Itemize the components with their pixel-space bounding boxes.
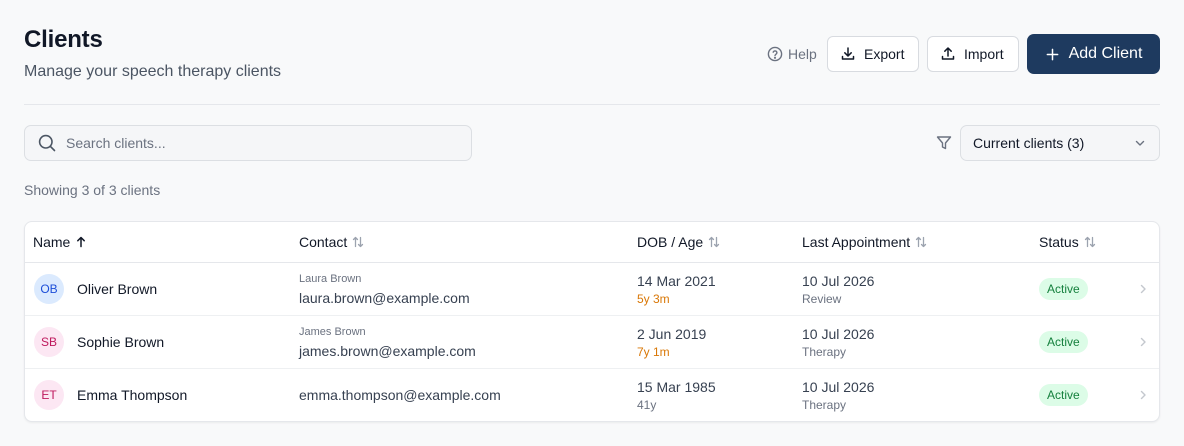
appointment-type: Therapy bbox=[802, 345, 847, 359]
client-name: Oliver Brown bbox=[77, 281, 158, 297]
results-count: Showing 3 of 3 clients bbox=[24, 182, 161, 198]
page-subtitle: Manage your speech therapy clients bbox=[24, 63, 282, 80]
table-row[interactable]: SB Sophie Brown James Brown james.brown@… bbox=[25, 316, 1159, 369]
column-label: Name bbox=[33, 234, 71, 250]
client-name: Sophie Brown bbox=[77, 334, 165, 350]
chevron-down-icon bbox=[1133, 136, 1147, 150]
contact-email: james.brown@example.com bbox=[299, 343, 476, 359]
appointment-type: Review bbox=[802, 292, 842, 306]
contact-name: Laura Brown bbox=[299, 273, 362, 285]
status-badge: Active bbox=[1039, 331, 1088, 353]
chevron-right-icon bbox=[1136, 282, 1150, 296]
avatar: ET bbox=[34, 380, 64, 410]
appointment-date: 10 Jul 2026 bbox=[802, 326, 875, 342]
help-link[interactable]: Help bbox=[767, 44, 817, 64]
client-dob: 14 Mar 2021 bbox=[637, 273, 716, 289]
client-dob: 2 Jun 2019 bbox=[637, 326, 707, 342]
page-title: Clients bbox=[24, 26, 103, 53]
appointment-date: 10 Jul 2026 bbox=[802, 379, 875, 395]
contact-email: laura.brown@example.com bbox=[299, 290, 470, 306]
column-header-dob[interactable]: DOB / Age bbox=[637, 234, 721, 250]
import-button[interactable]: Import bbox=[927, 36, 1019, 72]
help-label: Help bbox=[788, 46, 817, 62]
plus-icon bbox=[1045, 47, 1060, 62]
client-dob: 15 Mar 1985 bbox=[637, 379, 716, 395]
sort-icon bbox=[707, 235, 721, 249]
chevron-right-icon bbox=[1136, 388, 1150, 402]
sort-icon bbox=[914, 235, 928, 249]
import-label: Import bbox=[964, 46, 1004, 62]
arrow-up-icon bbox=[74, 235, 88, 249]
client-age: 5y 3m bbox=[637, 292, 670, 306]
contact-name: James Brown bbox=[299, 326, 366, 338]
sort-icon bbox=[351, 235, 365, 249]
column-label: Status bbox=[1039, 234, 1079, 250]
column-label: Last Appointment bbox=[802, 234, 911, 250]
status-badge: Active bbox=[1039, 384, 1088, 406]
column-label: DOB / Age bbox=[637, 234, 704, 250]
chevron-right-icon bbox=[1136, 335, 1150, 349]
search-icon bbox=[37, 133, 57, 153]
client-filter-value: Current clients (3) bbox=[973, 135, 1085, 151]
upload-icon bbox=[940, 46, 956, 62]
column-header-status[interactable]: Status bbox=[1039, 234, 1097, 250]
clients-table: Name Contact DOB / Age Last Appointment … bbox=[24, 221, 1160, 422]
download-icon bbox=[840, 46, 856, 62]
column-header-name[interactable]: Name bbox=[33, 234, 88, 250]
sort-icon bbox=[1083, 235, 1097, 249]
table-row[interactable]: OB Oliver Brown Laura Brown laura.brown@… bbox=[25, 263, 1159, 316]
status-badge: Active bbox=[1039, 278, 1088, 300]
table-header: Name Contact DOB / Age Last Appointment … bbox=[25, 222, 1159, 263]
appointment-date: 10 Jul 2026 bbox=[802, 273, 875, 289]
client-name: Emma Thompson bbox=[77, 387, 188, 403]
add-client-button[interactable]: Add Client bbox=[1027, 34, 1160, 74]
export-label: Export bbox=[864, 46, 905, 62]
table-row[interactable]: ET Emma Thompson emma.thompson@example.c… bbox=[25, 369, 1159, 421]
client-age: 41y bbox=[637, 398, 657, 412]
column-header-contact[interactable]: Contact bbox=[299, 234, 365, 250]
client-filter-select[interactable]: Current clients (3) bbox=[960, 125, 1160, 161]
filter-icon bbox=[935, 134, 953, 152]
column-header-last-appointment[interactable]: Last Appointment bbox=[802, 234, 928, 250]
export-button[interactable]: Export bbox=[827, 36, 919, 72]
header-divider bbox=[24, 104, 1160, 105]
help-circle-icon bbox=[767, 46, 783, 62]
column-label: Contact bbox=[299, 234, 348, 250]
avatar: SB bbox=[34, 327, 64, 357]
add-client-label: Add Client bbox=[1068, 45, 1143, 62]
contact-email: emma.thompson@example.com bbox=[299, 387, 501, 403]
avatar: OB bbox=[34, 274, 64, 304]
client-age: 7y 1m bbox=[637, 345, 670, 359]
search-field[interactable] bbox=[24, 125, 472, 161]
search-input[interactable] bbox=[66, 135, 446, 151]
appointment-type: Therapy bbox=[802, 398, 847, 412]
